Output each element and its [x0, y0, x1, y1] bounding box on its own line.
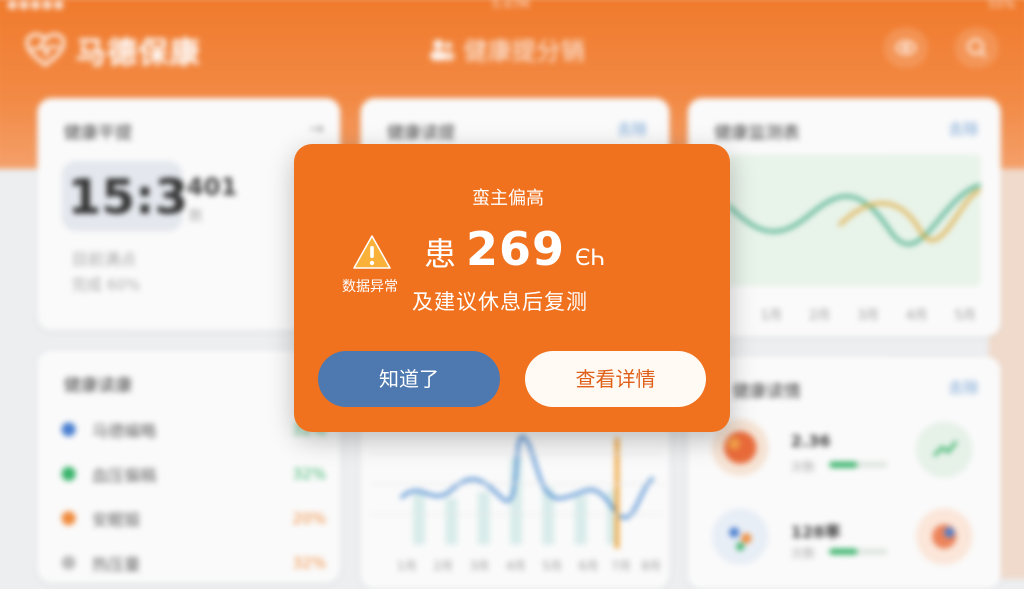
view-details-button[interactable]: 查看详情 — [525, 351, 706, 407]
reading-value: 患 269 ЄҺ — [424, 222, 606, 276]
item-percent: 32% — [292, 464, 327, 483]
list-item[interactable]: 热压量 32% — [61, 551, 327, 575]
value-prefix: 患 — [424, 235, 457, 273]
battery-indicator: 55% — [988, 0, 1015, 12]
x-label: 8月 — [641, 558, 662, 573]
dialog-message: 及建议休息后复测 — [412, 290, 588, 314]
app-name: 马德保康 — [75, 35, 201, 71]
people-icon — [430, 39, 455, 61]
detail-value: 128率 — [790, 522, 841, 542]
card-title: 健康读康 — [63, 375, 133, 397]
status-bar: ●●●●● 5:47M 55% — [0, 0, 1024, 13]
item-percent: 20% — [292, 509, 327, 528]
x-label: 5月 — [954, 308, 976, 324]
item-percent: 32% — [292, 553, 327, 572]
time-tile: 15:3 — [61, 160, 188, 232]
card-health-details[interactable]: 健康读情 去除 2.36 次数 128率 次数 — [687, 356, 1001, 589]
acknowledge-button[interactable]: 知道了 — [318, 351, 500, 407]
trend-plot — [727, 154, 982, 286]
signal-indicator: ●●●●● — [7, 0, 65, 12]
nav-title-label: 健康提分销 — [463, 37, 585, 66]
search-button[interactable] — [954, 27, 999, 68]
app-logo: 马德保康 — [25, 27, 201, 71]
item-label: 马德编略 — [91, 421, 157, 441]
detail-value: 2.36 — [790, 431, 831, 451]
x-label: 4月 — [505, 558, 526, 573]
heart-pulse-icon — [25, 32, 66, 67]
legend-swatch — [61, 555, 76, 570]
x-label: 1月 — [396, 558, 417, 573]
card-health-monitor[interactable]: 健康监测表 去除 1月 2月 3月 4月 5月 — [687, 98, 1001, 337]
x-label: 7月 — [610, 558, 631, 573]
chart-check-icon — [916, 421, 973, 478]
item-label: 血压偏稿 — [91, 465, 157, 485]
detail-sub: 次数 — [790, 459, 816, 474]
card-title: 健康监测表 — [714, 123, 800, 144]
warning-icon — [353, 235, 391, 269]
x-label: 4月 — [905, 308, 928, 324]
time-value: 15:3 — [67, 168, 189, 226]
card-title: 健康平提 — [63, 123, 133, 144]
x-label: 5月 — [542, 558, 563, 573]
eye-icon — [895, 40, 916, 55]
list-item[interactable]: 血压偏稿 32% — [61, 462, 327, 486]
warning-label: 数据异常 — [342, 279, 398, 295]
x-label: 2月 — [433, 558, 454, 573]
side-dot: 数 — [188, 208, 203, 225]
value-number: 269 — [466, 222, 566, 276]
list-item[interactable]: 马德编略 32% — [61, 417, 326, 441]
card-more-link[interactable]: 去除 — [948, 118, 978, 139]
card-history-chart[interactable]: 1月 2月 3月 4月 5月 6月 7月 8月 — [360, 417, 670, 589]
eye-button[interactable] — [883, 27, 929, 68]
legend-swatch — [61, 466, 76, 481]
side-value: 401 — [186, 172, 238, 202]
x-label: 1月 — [760, 308, 782, 324]
dna-icon — [711, 508, 769, 565]
item-label: 热压量 — [91, 554, 141, 574]
dialog-title: 蛮主偏高 — [472, 188, 544, 209]
history-plot — [370, 435, 664, 549]
list-item[interactable]: 安眠锻 20% — [61, 506, 327, 530]
alert-dialog: 蛮主偏高 数据异常 患 269 ЄҺ 及建议休息后复测 知道了 查看详情 — [294, 144, 730, 432]
progress-bar — [829, 461, 888, 468]
item-label: 安眠锻 — [91, 510, 141, 530]
x-label: 3月 — [469, 558, 490, 573]
card-title: 健康读情 — [732, 381, 801, 403]
trend-lines — [727, 183, 982, 246]
organ-icon — [916, 508, 973, 565]
nav-title[interactable]: 健康提分销 — [429, 31, 585, 66]
detail-sub: 次数 — [790, 546, 816, 561]
value-unit: ЄҺ — [575, 246, 606, 271]
status-time: 5:47M — [491, 0, 530, 12]
chevron-right-icon[interactable]: → — [309, 118, 324, 139]
x-label: 6月 — [578, 558, 599, 573]
progress-bar — [829, 548, 888, 555]
card-line-2: 完成 60% — [71, 275, 141, 295]
x-label: 3月 — [857, 308, 879, 324]
card-line-1: 目前满点 — [71, 249, 137, 269]
card-more-link[interactable]: 去除 — [948, 377, 978, 398]
legend-swatch — [61, 422, 76, 437]
x-label: 2月 — [808, 308, 831, 324]
search-icon — [967, 38, 987, 58]
card-more-link[interactable]: 去除 — [617, 118, 647, 139]
legend-swatch — [61, 511, 76, 526]
card-title: 健康读提 — [386, 123, 456, 144]
